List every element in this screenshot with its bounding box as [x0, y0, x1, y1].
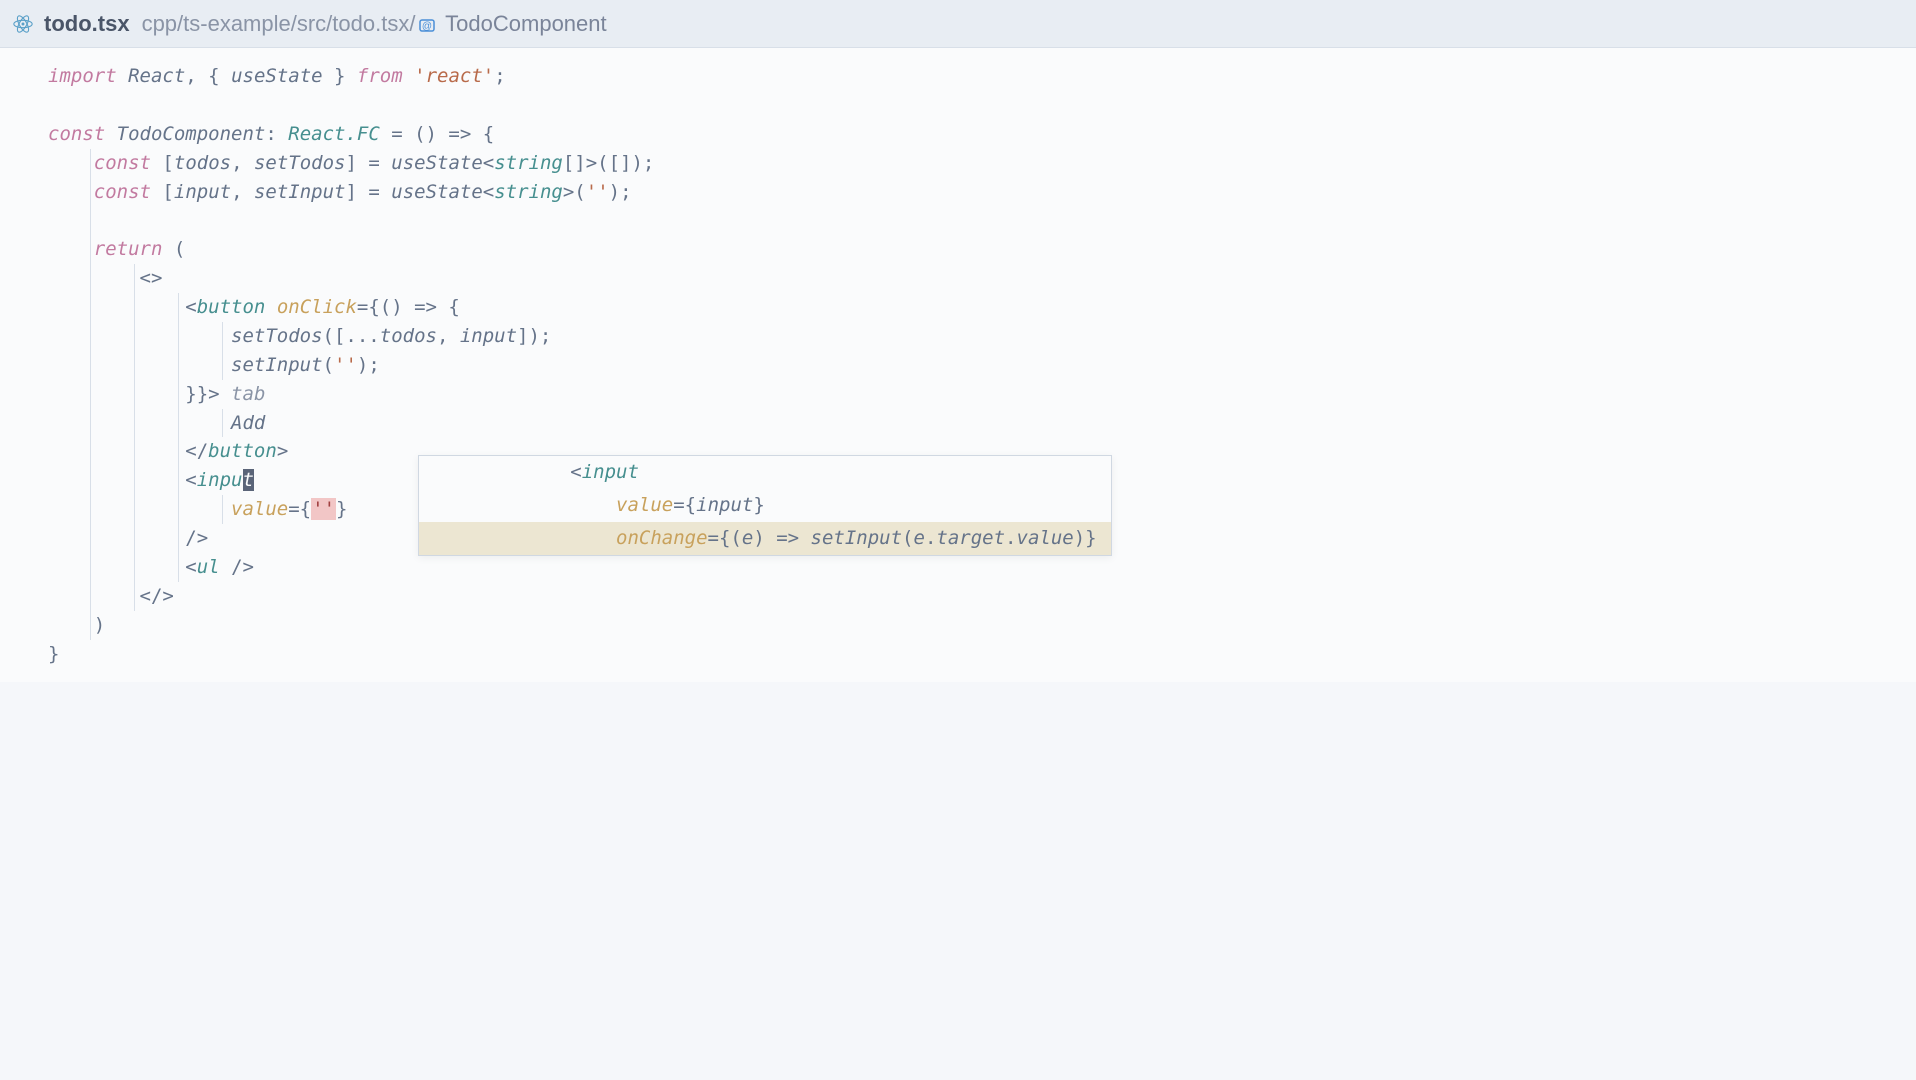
- jsx-attr: onClick: [277, 296, 357, 318]
- identifier: useState: [231, 65, 323, 87]
- identifier: input: [696, 494, 753, 516]
- filename-tab[interactable]: todo.tsx: [44, 11, 130, 37]
- code-line[interactable]: import React, { useState } from 'react';: [48, 62, 1868, 91]
- code-line[interactable]: ): [48, 611, 1868, 640]
- keyword: from: [357, 65, 403, 87]
- keyword: const: [94, 181, 151, 203]
- type: string: [494, 181, 563, 203]
- jsx-tag: button: [208, 440, 277, 462]
- jsx-tag: inpu: [197, 469, 243, 491]
- identifier: TodoComponent: [117, 123, 266, 145]
- jsx-tag: input: [582, 461, 639, 483]
- svg-text:@: @: [422, 21, 432, 32]
- code-line[interactable]: </>: [48, 582, 1868, 611]
- breadcrumb[interactable]: cpp/ts-example/src/todo.tsx/ @ TodoCompon…: [142, 11, 607, 37]
- identifier: value: [1017, 527, 1074, 549]
- code-line[interactable]: [48, 206, 1868, 235]
- react-icon: [12, 13, 34, 35]
- code-line[interactable]: }: [48, 640, 1868, 669]
- jsx-tag: button: [197, 296, 266, 318]
- identifier: input: [174, 181, 231, 203]
- keyword: const: [48, 123, 105, 145]
- code-line[interactable]: return (: [48, 235, 1868, 264]
- symbol-class-icon: @: [417, 15, 437, 35]
- function-call: setInput: [811, 527, 903, 549]
- function-call: useState: [391, 152, 483, 174]
- jsx-attr: value: [616, 494, 673, 516]
- suggestion-line[interactable]: value={input}: [419, 489, 1111, 522]
- identifier: todos: [174, 152, 231, 174]
- suggestion-line[interactable]: <input: [419, 456, 1111, 489]
- keyword: return: [94, 238, 163, 260]
- ghost-text: tab: [231, 383, 265, 405]
- cursor: t: [243, 469, 254, 491]
- breadcrumb-path-text: cpp/ts-example/src/todo.tsx/: [142, 11, 416, 36]
- type: React.FC: [288, 123, 380, 145]
- jsx-text: Add: [231, 412, 265, 434]
- suggestion-popup[interactable]: <input value={input} onChange={(e) => se…: [418, 455, 1112, 556]
- function-call: setTodos: [231, 325, 323, 347]
- identifier: todos: [380, 325, 437, 347]
- code-line[interactable]: <button onClick={() => {: [48, 293, 1868, 322]
- identifier: input: [460, 325, 517, 347]
- titlebar: todo.tsx cpp/ts-example/src/todo.tsx/ @ T…: [0, 0, 1916, 48]
- function-call: setInput: [231, 354, 323, 376]
- identifier: React: [128, 65, 185, 87]
- keyword: import: [48, 65, 117, 87]
- jsx-attr: onChange: [616, 527, 708, 549]
- error-highlight: '': [311, 498, 336, 520]
- identifier: e: [742, 527, 753, 549]
- keyword: const: [94, 152, 151, 174]
- code-line[interactable]: <>: [48, 264, 1868, 293]
- identifier: setTodos: [254, 152, 346, 174]
- identifier: target: [936, 527, 1005, 549]
- breadcrumb-symbol[interactable]: TodoComponent: [445, 11, 606, 36]
- code-line[interactable]: const [input, setInput] = useState<strin…: [48, 178, 1868, 207]
- jsx-tag: ul: [197, 556, 220, 578]
- code-line[interactable]: <ul />: [48, 553, 1868, 582]
- suggestion-line-highlighted[interactable]: onChange={(e) => setInput(e.target.value…: [419, 522, 1111, 555]
- type: string: [494, 152, 563, 174]
- code-line[interactable]: setInput('');: [48, 351, 1868, 380]
- code-line[interactable]: Add: [48, 409, 1868, 438]
- identifier: setInput: [254, 181, 346, 203]
- code-editor[interactable]: import React, { useState } from 'react';…: [0, 48, 1916, 682]
- function-call: useState: [391, 181, 483, 203]
- code-line[interactable]: const TodoComponent: React.FC = () => {: [48, 120, 1868, 149]
- jsx-attr: value: [231, 498, 288, 520]
- code-line[interactable]: setTodos([...todos, input]);: [48, 322, 1868, 351]
- code-line[interactable]: [48, 91, 1868, 120]
- string: 'react': [414, 65, 494, 87]
- code-line[interactable]: }}> tab: [48, 380, 1868, 409]
- code-line[interactable]: const [todos, setTodos] = useState<strin…: [48, 149, 1868, 178]
